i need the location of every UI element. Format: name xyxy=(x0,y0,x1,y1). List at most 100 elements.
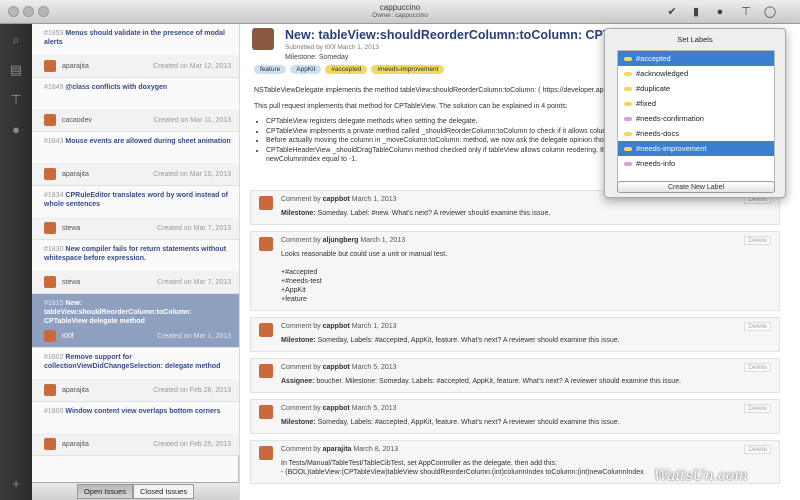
label-tag[interactable]: AppKit xyxy=(290,65,322,74)
issue-number: #1853 xyxy=(44,30,66,37)
comment-text: Milestone: Someday. Label: #new. What's … xyxy=(281,210,551,217)
issue-row[interactable]: #1853 Menus should validate in the prese… xyxy=(32,24,239,55)
issue-created: Created on Mar 7, 2013 xyxy=(157,224,231,232)
plus-icon[interactable]: + xyxy=(6,474,26,494)
label-color-swatch xyxy=(624,146,632,151)
issue-row[interactable]: #1843 Mouse events are allowed during sh… xyxy=(32,132,239,163)
issue-meta[interactable]: t00f Created on Mar 1, 2013 xyxy=(32,325,239,348)
label-option[interactable]: #needs-confirmation xyxy=(618,111,774,126)
label-tag[interactable]: #needs-improvement xyxy=(371,65,445,74)
comment-text: Assignee: boucher. Milestone: Someday. L… xyxy=(281,378,682,385)
delete-comment-button[interactable]: Delete xyxy=(744,445,771,454)
issue-number: #1849 xyxy=(44,84,66,91)
label-name: #needs-info xyxy=(636,159,676,168)
issue-title: @class conflicts with doxygen xyxy=(65,84,168,91)
issue-meta[interactable]: aparajita Created on Mar 12, 2013 xyxy=(32,55,239,78)
delete-comment-button[interactable]: Delete xyxy=(744,363,771,372)
avatar xyxy=(259,446,273,460)
delete-comment-button[interactable]: Delete xyxy=(744,404,771,413)
issue-created: Created on Mar 7, 2013 xyxy=(157,278,231,286)
issue-title: Menus should validate in the presence of… xyxy=(44,30,225,46)
issue-number: #1802 xyxy=(44,354,66,361)
milestone-icon[interactable]: ⊤ xyxy=(6,90,26,110)
label-color-swatch xyxy=(624,86,632,91)
tag-icon[interactable]: ▮ xyxy=(688,4,704,20)
issue-author: t00f xyxy=(62,332,74,340)
issue-meta[interactable]: stewa Created on Mar 7, 2013 xyxy=(32,217,239,240)
label-option[interactable]: #needs-improvement xyxy=(618,141,774,156)
avatar xyxy=(259,405,273,419)
avatar xyxy=(44,384,56,396)
issue-row[interactable]: #1830 New compiler fails for return stat… xyxy=(32,240,239,271)
document-icon[interactable]: ▤ xyxy=(6,60,26,80)
issue-meta[interactable]: cacaodev Created on Mar 11, 2013 xyxy=(32,109,239,132)
issue-number: #1834 xyxy=(44,192,66,199)
delete-comment-button[interactable]: Delete xyxy=(744,322,771,331)
tab-closed-issues[interactable]: Closed Issues xyxy=(133,484,195,499)
issue-row[interactable]: #1802 Remove support for collectionViewD… xyxy=(32,348,239,379)
comment-text: Milestone: Someday, Labels: #accepted, A… xyxy=(281,419,620,426)
avatar xyxy=(44,60,56,72)
checkmark-icon[interactable]: ✔ xyxy=(664,4,680,20)
label-option[interactable]: #needs-docs xyxy=(618,126,774,141)
issue-meta[interactable]: stewa Created on Mar 7, 2013 xyxy=(32,271,239,294)
issue-title: Window content view overlaps bottom corn… xyxy=(65,408,221,415)
milestone-icon[interactable]: ⊤ xyxy=(738,4,754,20)
avatar xyxy=(252,28,274,50)
create-label-button[interactable]: Create New Label xyxy=(617,181,775,193)
tab-open-issues[interactable]: Open Issues xyxy=(76,484,133,499)
delete-comment-button[interactable]: Delete xyxy=(744,236,771,245)
label-name: #fixed xyxy=(636,99,657,108)
person-icon[interactable]: ● xyxy=(6,120,26,140)
issue-tabs: Open Issues Closed Issues xyxy=(32,482,239,500)
avatar xyxy=(259,364,273,378)
popover-title: Set Labels xyxy=(677,35,713,44)
issue-meta[interactable]: aparajita Created on Mar 10, 2013 xyxy=(32,163,239,186)
avatar xyxy=(44,330,56,342)
label-option[interactable]: #acknowledged xyxy=(618,66,774,81)
issue-author: stewa xyxy=(62,278,81,286)
label-color-swatch xyxy=(624,71,632,76)
issue-title: Remove support for collectionViewDidChan… xyxy=(44,354,221,370)
label-tag[interactable]: feature xyxy=(254,65,287,74)
window-subtitle: Owner: cappuccino xyxy=(372,12,428,19)
comment-author[interactable]: cappbot xyxy=(323,323,350,330)
issue-row[interactable]: #1815 New: tableView:shouldReorderColumn… xyxy=(32,294,239,325)
issue-author: stewa xyxy=(62,224,81,232)
label-option[interactable]: #needs-info xyxy=(618,156,774,171)
person-icon[interactable]: ● xyxy=(712,4,728,20)
search-icon[interactable]: ⌕ xyxy=(6,30,26,50)
label-color-swatch xyxy=(624,161,632,166)
window-title: cappuccino xyxy=(379,3,421,12)
comment-author[interactable]: cappbot xyxy=(323,196,350,203)
avatar xyxy=(259,323,273,337)
issue-author: aparajita xyxy=(62,170,89,178)
label-list[interactable]: #accepted #acknowledged #duplicate #fixed #n… xyxy=(617,50,775,186)
label-tag[interactable]: #accepted xyxy=(325,65,368,74)
comment-author[interactable]: aljungberg xyxy=(323,237,359,244)
issue-row[interactable]: #1849 @class conflicts with doxygen xyxy=(32,78,239,109)
comment-header: Comment by cappbot March 5, 2013 xyxy=(281,364,397,371)
issue-row[interactable]: #1834 CPRuleEditor translates word by wo… xyxy=(32,186,239,217)
comment-author[interactable]: cappbot xyxy=(323,405,350,412)
comment-icon[interactable]: ◯ xyxy=(762,4,778,20)
issue-author: aparajita xyxy=(62,440,89,448)
avatar xyxy=(44,114,56,126)
issue-meta[interactable]: aparajita Created on Feb 26, 2013 xyxy=(32,379,239,402)
issue-created: Created on Feb 26, 2013 xyxy=(153,386,231,394)
comment-author[interactable]: aparajita xyxy=(323,446,352,453)
comment-author[interactable]: cappbot xyxy=(323,364,350,371)
label-name: #acknowledged xyxy=(636,69,689,78)
watermark: WaitsUn.com xyxy=(654,468,748,484)
avatar xyxy=(44,222,56,234)
issue-milestone[interactable]: Milestone: Someday xyxy=(285,54,348,61)
comment-header: Comment by aljungberg March 1, 2013 xyxy=(281,237,406,244)
label-option[interactable]: #accepted xyxy=(618,51,774,66)
label-option[interactable]: #duplicate xyxy=(618,81,774,96)
issue-list[interactable]: #1853 Menus should validate in the prese… xyxy=(32,24,239,482)
issue-row[interactable]: #1800 Window content view overlaps botto… xyxy=(32,402,239,433)
label-option[interactable]: #fixed xyxy=(618,96,774,111)
avatar xyxy=(44,168,56,180)
issue-meta[interactable]: aparajita Created on Feb 25, 2013 xyxy=(32,433,239,456)
issue-author: aparajita xyxy=(62,62,89,70)
